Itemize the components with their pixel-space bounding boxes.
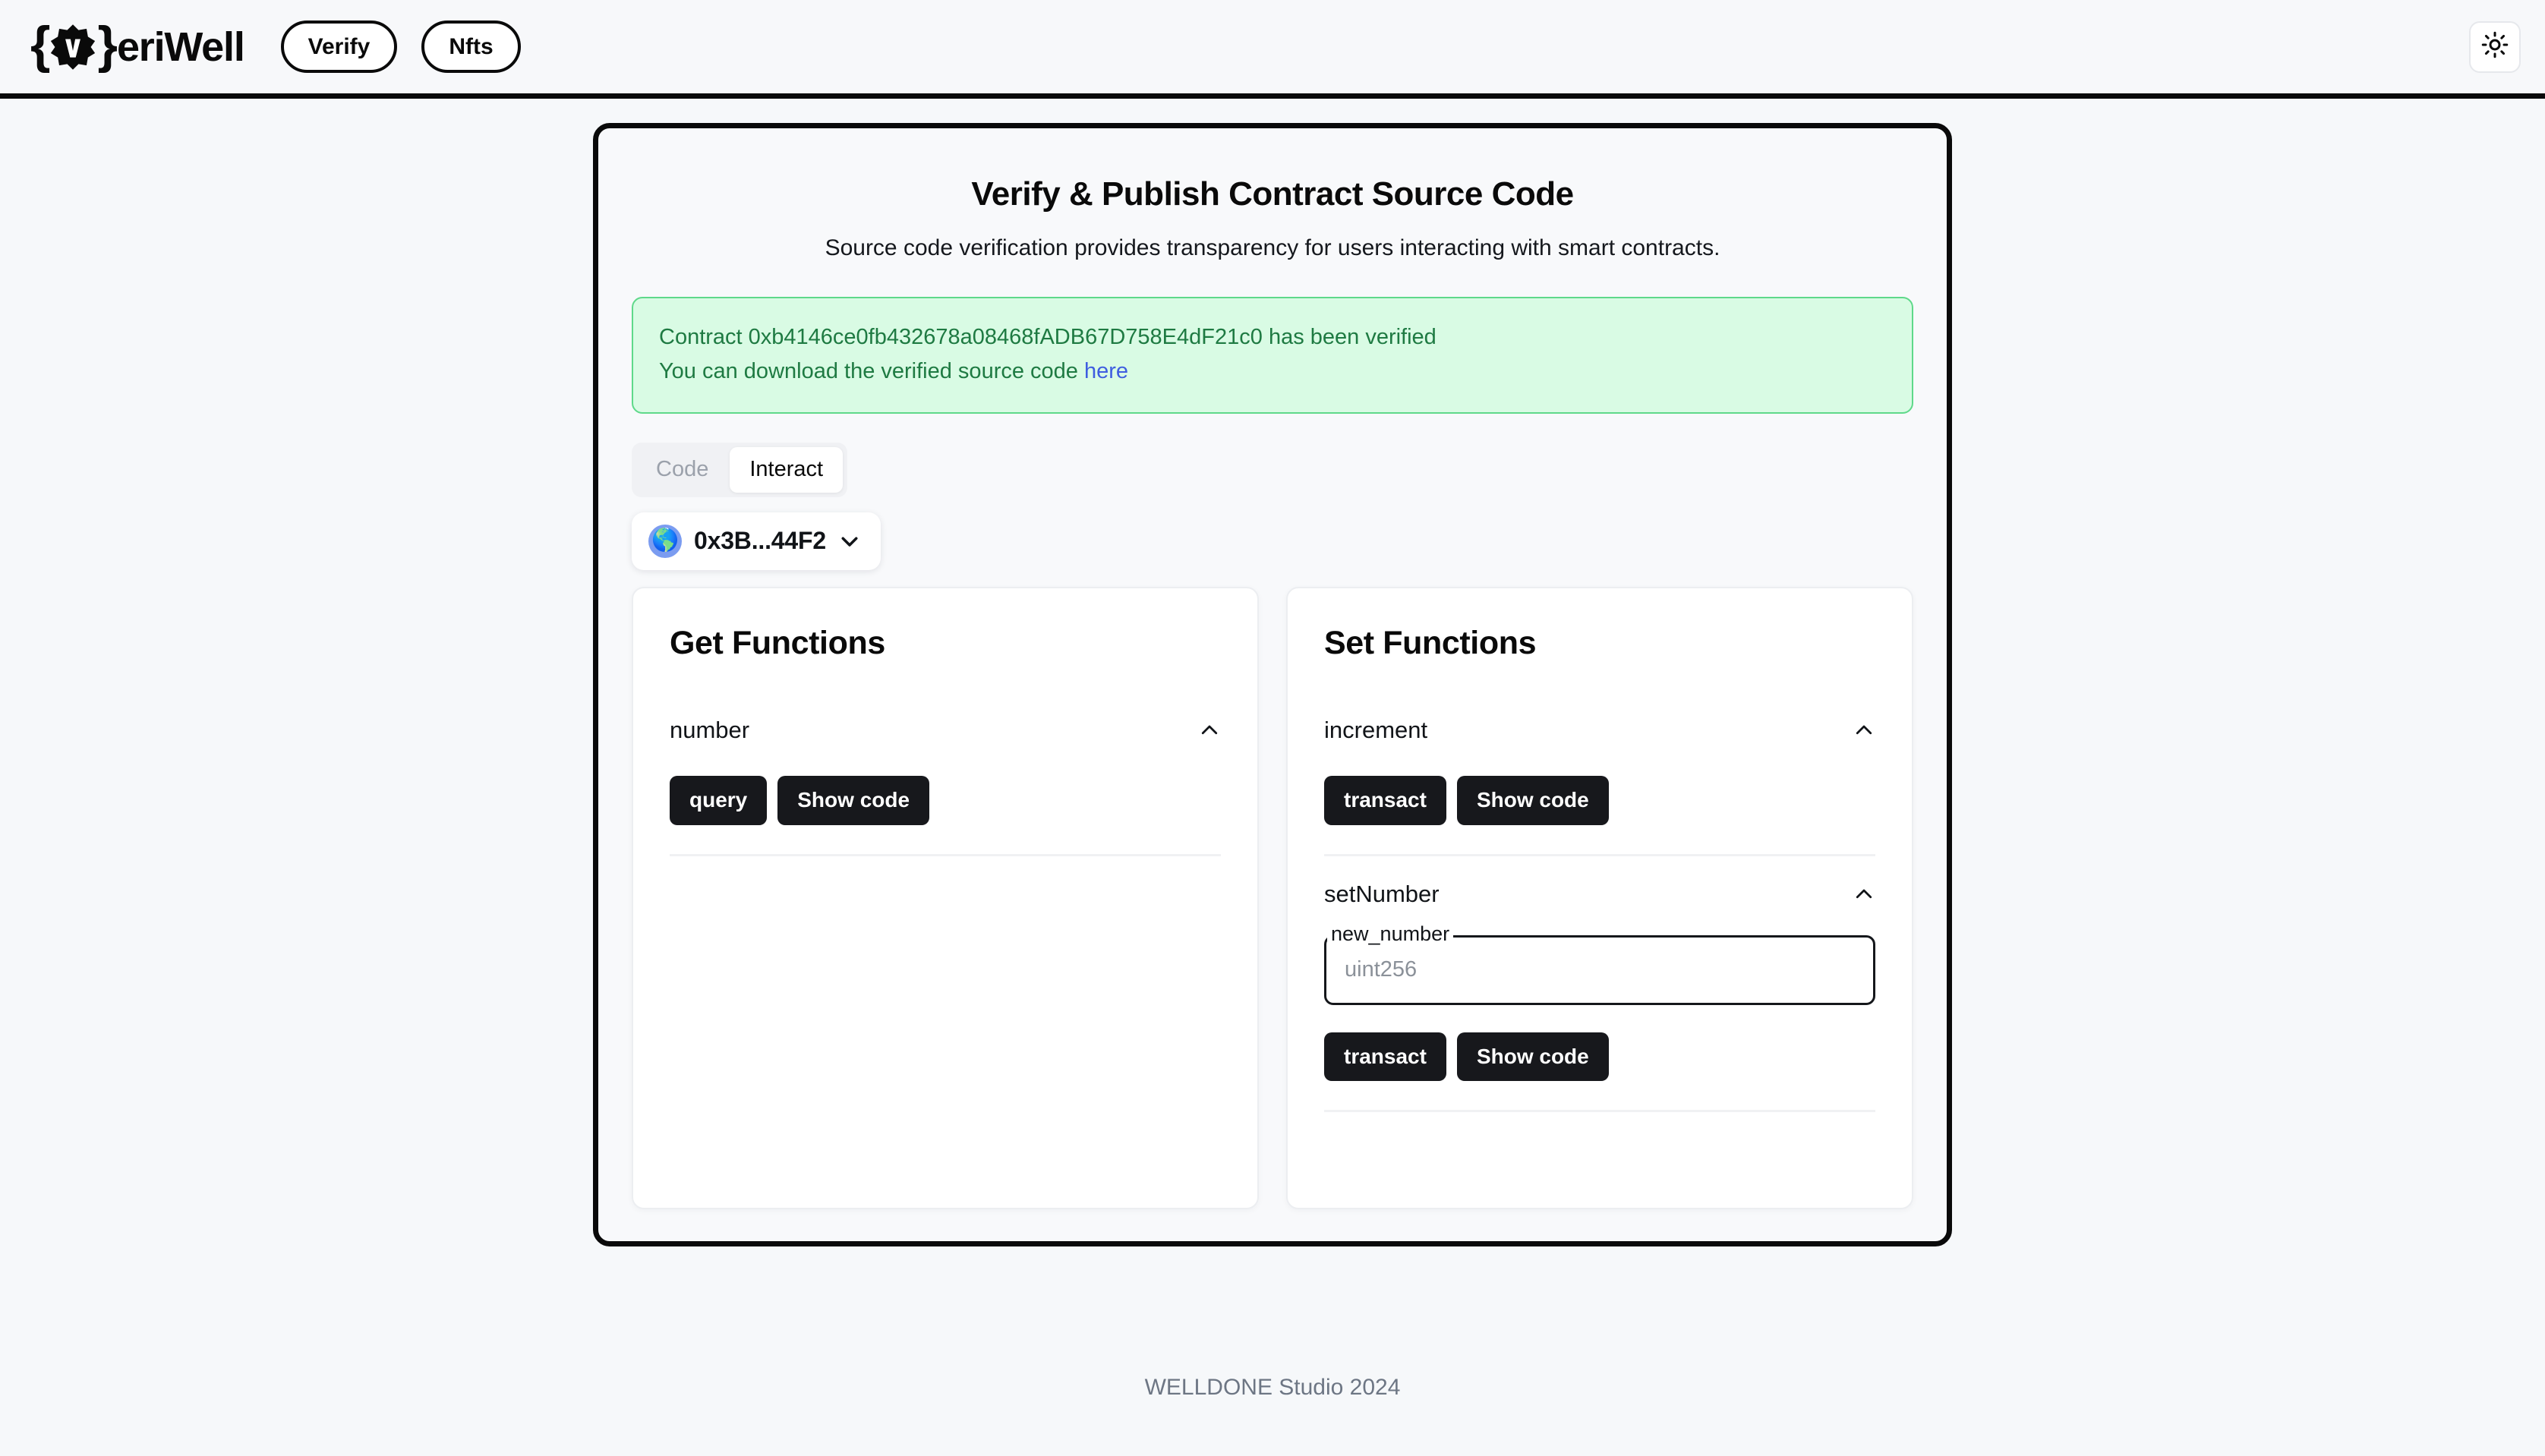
function-item-setnumber: setNumber new_number uint256 transact Sh… bbox=[1324, 856, 1875, 1113]
alert-download-text: You can download the verified source cod… bbox=[659, 358, 1084, 383]
function-actions: transact Show code bbox=[1324, 775, 1875, 825]
nav-verify-button[interactable]: Verify bbox=[280, 20, 398, 73]
brace-close: } bbox=[97, 15, 118, 74]
header-nav: Verify Nfts bbox=[280, 20, 521, 73]
account-selector-row: 🌎 0x3B...44F2 bbox=[632, 512, 1913, 570]
chevron-down-icon bbox=[838, 530, 861, 553]
download-source-link[interactable]: here bbox=[1084, 359, 1128, 383]
chevron-up-icon[interactable] bbox=[1853, 719, 1875, 742]
verification-success-alert: Contract 0xb4146ce0fb432678a08468fADB67D… bbox=[632, 297, 1913, 414]
function-header-increment[interactable]: increment bbox=[1324, 712, 1875, 748]
function-actions: query Show code bbox=[670, 775, 1221, 825]
tab-interact[interactable]: Interact bbox=[730, 446, 844, 493]
page-subtitle: Source code verification provides transp… bbox=[825, 235, 1720, 260]
brace-open: { bbox=[30, 15, 51, 74]
tab-code[interactable]: Code bbox=[636, 447, 728, 493]
chevron-up-icon[interactable] bbox=[1853, 883, 1875, 906]
function-name: setNumber bbox=[1324, 880, 1440, 907]
page-root: { } eriWell Verify Nfts Verify & Publish… bbox=[0, 0, 2545, 1456]
star-burst-icon bbox=[49, 24, 96, 71]
chevron-up-icon[interactable] bbox=[1198, 719, 1221, 742]
function-divider bbox=[670, 853, 1221, 856]
function-actions: transact Show code bbox=[1324, 1032, 1875, 1082]
theme-toggle-button[interactable] bbox=[2469, 20, 2521, 73]
query-button[interactable]: query bbox=[670, 775, 768, 825]
show-code-button[interactable]: Show code bbox=[777, 775, 930, 825]
function-item-number: number query Show code bbox=[670, 692, 1221, 856]
function-item-increment: increment transact Show code bbox=[1324, 692, 1875, 856]
function-name: number bbox=[670, 716, 750, 743]
account-selector[interactable]: 🌎 0x3B...44F2 bbox=[632, 512, 881, 570]
function-header-setnumber[interactable]: setNumber bbox=[1324, 876, 1875, 912]
page-title: Verify & Publish Contract Source Code bbox=[971, 175, 1574, 213]
set-functions-panel: Set Functions increment transact Show co… bbox=[1286, 586, 1913, 1209]
verify-card: Verify & Publish Contract Source Code So… bbox=[593, 123, 1952, 1246]
site-footer: WELLDONE Studio 2024 bbox=[0, 1319, 2545, 1456]
brand-word: eriWell bbox=[116, 24, 245, 70]
set-functions-title: Set Functions bbox=[1324, 624, 1537, 661]
new-number-label: new_number bbox=[1327, 922, 1454, 946]
transact-button[interactable]: transact bbox=[1324, 775, 1446, 825]
site-header: { } eriWell Verify Nfts bbox=[0, 0, 2545, 99]
show-code-button[interactable]: Show code bbox=[1456, 775, 1609, 825]
new-number-field: new_number bbox=[1324, 922, 1875, 1005]
function-name: increment bbox=[1324, 716, 1428, 743]
show-code-button[interactable]: Show code bbox=[1456, 1032, 1609, 1082]
main-content: Verify & Publish Contract Source Code So… bbox=[0, 99, 2545, 1319]
nav-nfts-button[interactable]: Nfts bbox=[421, 20, 521, 73]
brand-logo[interactable]: { } eriWell bbox=[30, 15, 245, 74]
footer-text: WELLDONE Studio 2024 bbox=[1144, 1375, 1401, 1400]
account-address: 0x3B...44F2 bbox=[694, 527, 826, 555]
alert-line-contract: Contract 0xb4146ce0fb432678a08468fADB67D… bbox=[659, 325, 1436, 349]
transact-button[interactable]: transact bbox=[1324, 1032, 1446, 1082]
code-interact-tabs: Code Interact bbox=[632, 442, 848, 497]
alert-line-download: You can download the verified source cod… bbox=[659, 355, 1886, 389]
function-header-number[interactable]: number bbox=[670, 712, 1221, 748]
functions-panels: Get Functions number query Show code Set… bbox=[632, 586, 1913, 1209]
sun-icon bbox=[2481, 31, 2509, 62]
get-functions-panel: Get Functions number query Show code bbox=[632, 586, 1259, 1209]
get-functions-title: Get Functions bbox=[670, 624, 885, 661]
function-divider bbox=[1324, 1110, 1875, 1113]
globe-icon: 🌎 bbox=[648, 524, 682, 558]
